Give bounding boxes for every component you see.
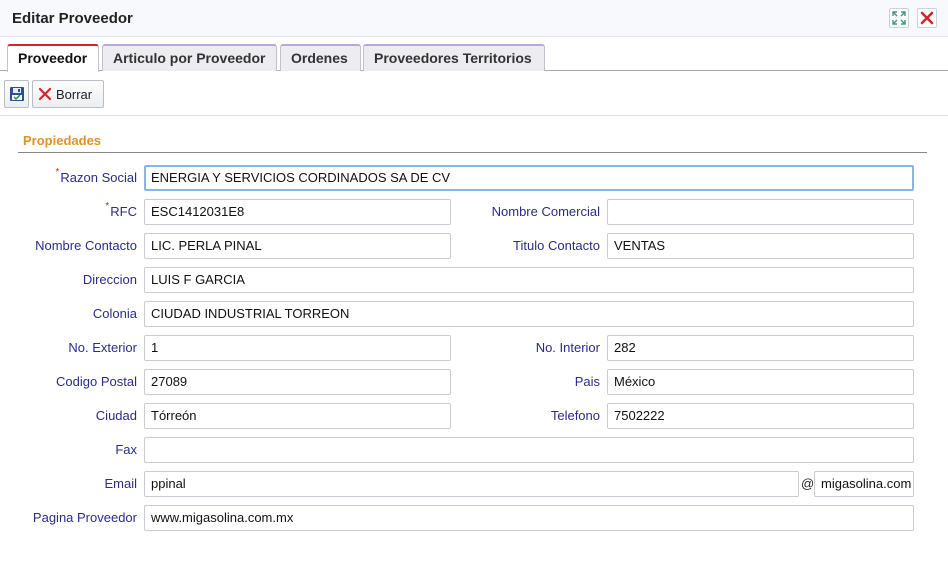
no-interior-input[interactable]: 282 bbox=[607, 335, 914, 361]
no-exterior-input[interactable]: 1 bbox=[144, 335, 451, 361]
tab-proveedor[interactable]: Proveedor bbox=[7, 44, 99, 72]
pagina-proveedor-label: Pagina Proveedor bbox=[32, 510, 137, 525]
direccion-input[interactable]: LUIS F GARCIA bbox=[144, 267, 914, 293]
email-label: Email bbox=[104, 476, 137, 491]
expand-icon bbox=[892, 11, 906, 25]
ciudad-input[interactable]: Tórreón bbox=[144, 403, 451, 429]
codigo-postal-input[interactable]: 27089 bbox=[144, 369, 451, 395]
pagina-proveedor-input[interactable]: www.migasolina.com.mx bbox=[144, 505, 914, 531]
direccion-label: Direccion bbox=[82, 272, 137, 287]
titulo-contacto-label: Titulo Contacto bbox=[513, 238, 600, 253]
floppy-disk-icon bbox=[9, 87, 24, 101]
rfc-input[interactable]: ESC1412031E8 bbox=[144, 199, 451, 225]
razon-social-label: *Razon Social bbox=[55, 167, 137, 185]
colonia-input[interactable]: CIUDAD INDUSTRIAL TORREON bbox=[144, 301, 914, 327]
nombre-contacto-label: Nombre Contacto bbox=[35, 238, 137, 253]
telefono-input[interactable]: 7502222 bbox=[607, 403, 914, 429]
tab-articulo-por-proveedor[interactable]: Articulo por Proveedor bbox=[102, 44, 277, 71]
close-icon bbox=[920, 11, 934, 25]
section-propiedades: Propiedades bbox=[18, 131, 927, 153]
fax-input[interactable] bbox=[144, 437, 914, 463]
nombre-comercial-label: Nombre Comercial bbox=[491, 204, 600, 219]
x-icon bbox=[38, 87, 52, 101]
pais-input[interactable]: México bbox=[607, 369, 914, 395]
no-interior-label: No. Interior bbox=[535, 340, 600, 355]
section-title: Propiedades bbox=[23, 133, 102, 148]
toolbar: Borrar bbox=[0, 72, 948, 116]
telefono-label: Telefono bbox=[550, 408, 600, 423]
no-exterior-label: No. Exterior bbox=[68, 340, 137, 355]
window-titlebar: Editar Proveedor bbox=[0, 0, 948, 37]
nombre-contacto-input[interactable]: LIC. PERLA PINAL bbox=[144, 233, 451, 259]
required-marker: * bbox=[55, 167, 60, 178]
pais-label: Pais bbox=[574, 374, 600, 389]
titulo-contacto-input[interactable]: VENTAS bbox=[607, 233, 914, 259]
save-button[interactable] bbox=[4, 80, 29, 108]
close-button[interactable] bbox=[917, 8, 937, 28]
email-domain-input[interactable]: migasolina.com bbox=[814, 471, 914, 497]
colonia-label: Colonia bbox=[92, 306, 137, 321]
codigo-postal-label: Codigo Postal bbox=[56, 374, 137, 389]
razon-social-input[interactable]: ENERGIA Y SERVICIOS CORDINADOS SA DE CV bbox=[144, 165, 914, 191]
window-title: Editar Proveedor bbox=[12, 10, 133, 27]
required-marker: * bbox=[105, 201, 110, 212]
ciudad-label: Ciudad bbox=[95, 408, 137, 423]
tab-proveedores-territorios[interactable]: Proveedores Territorios bbox=[363, 44, 545, 71]
tab-ordenes[interactable]: Ordenes bbox=[280, 44, 361, 71]
rfc-label: *RFC bbox=[105, 201, 137, 219]
fax-label: Fax bbox=[115, 442, 137, 457]
email-at-sign: @ bbox=[801, 476, 815, 491]
maximize-button[interactable] bbox=[889, 8, 909, 28]
nombre-comercial-input[interactable] bbox=[607, 199, 914, 225]
delete-label: Borrar bbox=[56, 86, 93, 102]
delete-button[interactable]: Borrar bbox=[32, 80, 104, 108]
email-user-input[interactable]: ppinal bbox=[144, 471, 799, 497]
tab-bar: Proveedor Articulo por Proveedor Ordenes… bbox=[0, 43, 948, 72]
